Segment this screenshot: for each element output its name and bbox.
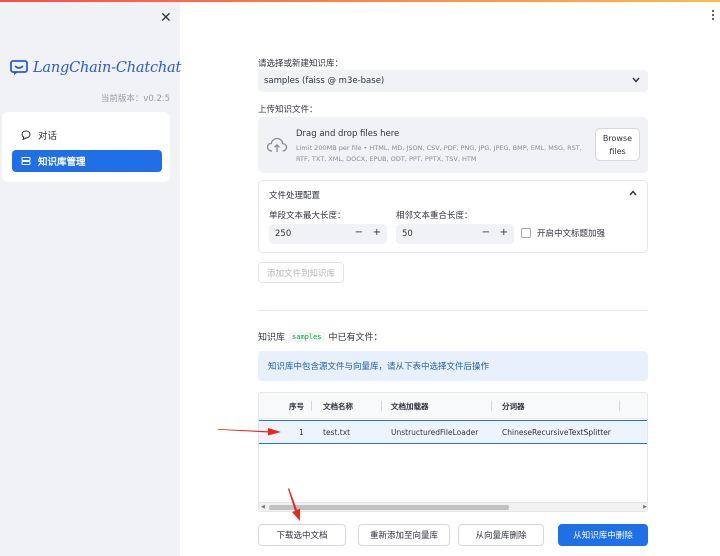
delete-from-vectorstore-button[interactable]: 从向量库删除 <box>458 524 544 546</box>
kb-select-label: 请选择或新建知识库： <box>258 59 344 69</box>
scroll-left-icon[interactable]: ◀ <box>261 504 265 510</box>
cell-loader: UnstructuredFileLoader <box>391 428 479 437</box>
main-content: 请选择或新建知识库： samples (faiss @ m3e-base) 上传… <box>180 2 720 556</box>
zh-title-enhance-checkbox[interactable]: 开启中文标题加强 <box>521 227 605 239</box>
overlap-increment[interactable]: + <box>500 227 508 238</box>
kb-title-suffix: 中已有文件： <box>328 333 383 343</box>
upload-label: 上传知识文件： <box>258 105 318 115</box>
browse-files-button[interactable]: Browse files <box>595 128 640 161</box>
header-doc-name[interactable]: 文档名称 <box>323 401 353 412</box>
cell-no: 1 <box>299 428 304 437</box>
info-banner: 知识库中包含源文件与向量库，请从下表中选择文件后操作 <box>258 351 648 381</box>
scrollbar-thumb[interactable] <box>269 505 509 510</box>
overlap-decrement[interactable]: − <box>482 227 490 238</box>
header-splitter[interactable]: 分词器 <box>502 401 525 412</box>
cell-splitter: ChineseRecursiveTextSplitter <box>502 428 611 437</box>
chunk-size-value[interactable]: 250 <box>275 229 291 239</box>
nav-menu: 对话 知识库管理 <box>2 112 170 182</box>
browse-label-line1: Browse <box>602 134 633 143</box>
delete-from-kb-button[interactable]: 从知识库中删除 <box>558 524 648 546</box>
file-dropzone[interactable]: Drag and drop files here Limit 200MB per… <box>258 117 648 173</box>
chat-bubble-icon <box>20 129 32 141</box>
kb-title-prefix: 知识库 <box>258 333 286 343</box>
app-logo: LangChain-Chatchat <box>10 60 181 76</box>
chunk-size-increment[interactable]: + <box>373 227 381 238</box>
overlap-label: 相邻文本重合长度： <box>396 211 473 221</box>
annotation-arrow-icon <box>218 428 281 436</box>
nav-item-chat[interactable]: 对话 <box>12 124 162 146</box>
close-sidebar-icon[interactable]: ✕ <box>160 10 172 26</box>
scroll-right-icon[interactable]: ▶ <box>643 504 647 510</box>
header-loader[interactable]: 文档加载器 <box>391 401 429 412</box>
chevron-down-icon <box>632 77 640 83</box>
table-horizontal-scrollbar[interactable]: ◀ ▶ <box>259 502 647 511</box>
nav-item-label: 对话 <box>38 131 58 142</box>
version-label: 当前版本：v0.2.5 <box>100 94 170 104</box>
cell-doc-name: test.txt <box>323 428 351 437</box>
file-processing-settings: 文件处理配置 单段文本最大长度： 250 − + 相邻文本重合长度： 50 − … <box>258 180 648 253</box>
chevron-up-icon[interactable] <box>629 190 637 196</box>
kb-files-title: 知识库 samples 中已有文件： <box>258 330 383 343</box>
chunk-size-label: 单段文本最大长度： <box>269 211 346 221</box>
kb-name-code: samples <box>289 331 325 342</box>
browse-label-line2: files <box>609 147 626 156</box>
main-menu-icon[interactable] <box>712 10 716 20</box>
table-row[interactable]: 1 test.txt UnstructuredFileLoader Chines… <box>259 420 647 444</box>
chunk-size-decrement[interactable]: − <box>355 227 363 238</box>
chunk-size-input[interactable]: 250 − + <box>269 224 387 244</box>
sidebar: ✕ LangChain-Chatchat 当前版本：v0.2.5 对话 知识库管… <box>0 2 181 556</box>
overlap-value[interactable]: 50 <box>402 229 413 239</box>
table-header: 序号 文档名称 文档加载器 分词器 <box>259 393 647 419</box>
logo-text: LangChain-Chatchat <box>33 60 182 76</box>
overlap-input[interactable]: 50 − + <box>396 224 514 244</box>
settings-title[interactable]: 文件处理配置 <box>269 189 320 201</box>
annotation-arrow-icon <box>288 488 300 521</box>
chat-logo-icon <box>10 60 28 75</box>
dropzone-title: Drag and drop files here <box>296 129 400 139</box>
header-no[interactable]: 序号 <box>289 401 304 412</box>
checkbox-label: 开启中文标题加强 <box>537 229 606 239</box>
add-to-kb-button[interactable]: 添加文件到知识库 <box>258 262 344 283</box>
files-table: 序号 文档名称 文档加载器 分词器 1 test.txt Unstructure… <box>258 392 648 512</box>
download-selected-button[interactable]: 下载选中文档 <box>258 524 346 546</box>
readd-to-vectorstore-button[interactable]: 重新添加至向量库 <box>358 524 450 546</box>
dropzone-limit-text: Limit 200MB per file • HTML, MD, JSON, C… <box>296 144 582 163</box>
nav-item-label: 知识库管理 <box>38 157 86 168</box>
checkbox-box[interactable] <box>521 228 531 238</box>
database-icon <box>20 155 32 167</box>
kb-select-value: samples (faiss @ m3e-base) <box>264 76 385 86</box>
nav-item-knowledge-base[interactable]: 知识库管理 <box>12 150 162 172</box>
divider <box>258 310 648 311</box>
kb-select[interactable]: samples (faiss @ m3e-base) <box>258 70 648 92</box>
cloud-upload-icon <box>266 137 288 152</box>
